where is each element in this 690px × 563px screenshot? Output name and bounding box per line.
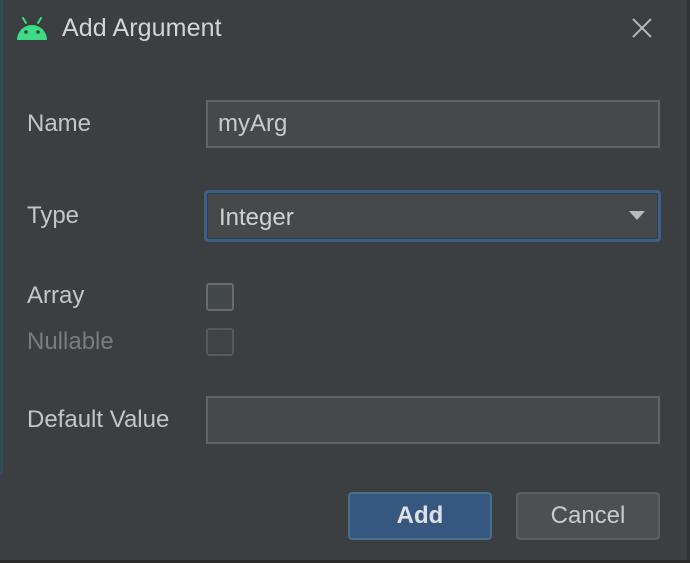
type-selected-value: Integer	[219, 204, 294, 231]
nullable-label: Nullable	[27, 328, 114, 355]
add-argument-dialog: Add Argument Name Type Integer Array Nul…	[0, 0, 690, 563]
close-icon[interactable]	[627, 12, 657, 44]
nullable-checkbox	[206, 328, 234, 356]
name-input[interactable]	[206, 100, 660, 148]
add-button[interactable]: Add	[348, 492, 492, 540]
window-edge-accent	[0, 0, 3, 475]
default-value-input[interactable]	[206, 396, 660, 444]
cancel-button[interactable]: Cancel	[516, 492, 660, 540]
dropdown-arrow-icon	[629, 211, 645, 220]
type-label: Type	[27, 202, 80, 229]
array-checkbox[interactable]	[206, 283, 234, 311]
android-icon	[17, 17, 47, 40]
dialog-title: Add Argument	[62, 14, 222, 42]
name-label: Name	[27, 110, 92, 137]
default-value-label: Default Value	[27, 406, 170, 433]
title-bar: Add Argument	[0, 0, 688, 58]
array-label: Array	[27, 282, 85, 309]
type-dropdown[interactable]: Integer	[204, 190, 661, 242]
